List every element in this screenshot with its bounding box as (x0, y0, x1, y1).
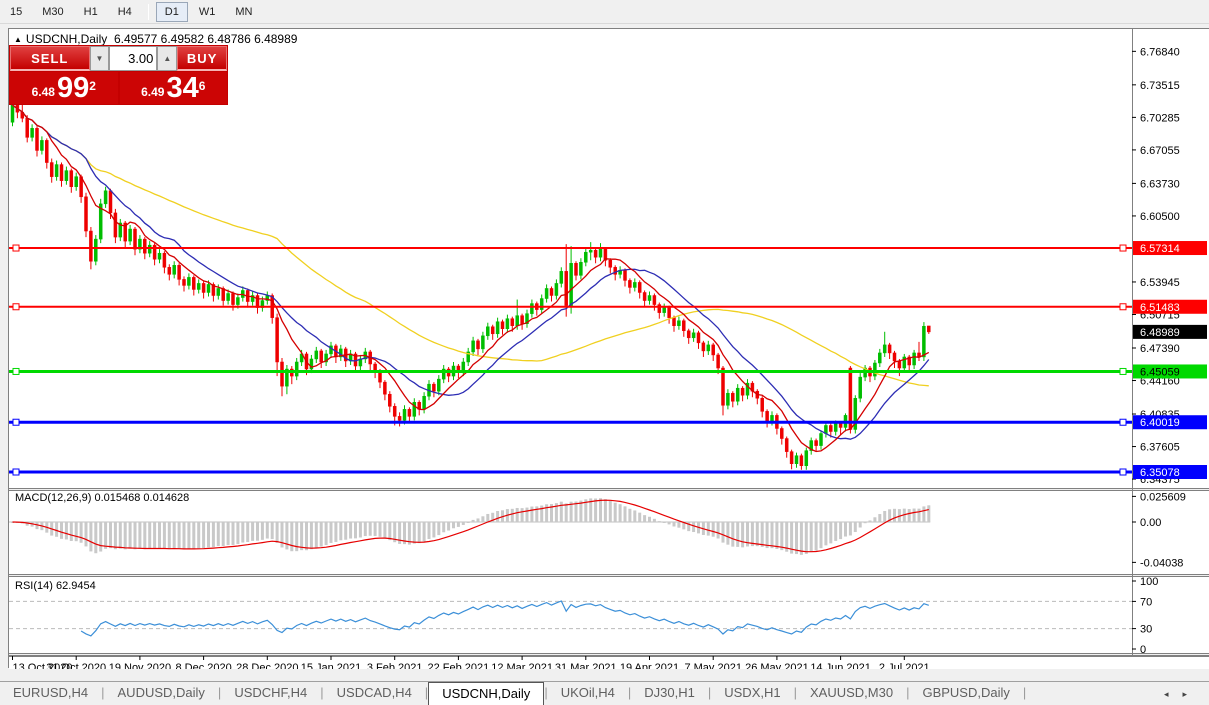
price-axis[interactable]: 6.76840 6.73515 6.70285 6.67055 6.63730 6.605… (1132, 29, 1186, 656)
sell-price-big: 99 (57, 74, 89, 103)
timeframe-button-15[interactable]: 15 (1, 2, 31, 22)
svg-text:3 Feb 2021: 3 Feb 2021 (367, 662, 423, 669)
svg-text:0: 0 (1140, 644, 1146, 656)
symbol-tab-bar: EURUSD,H4|AUDUSD,Daily|USDCHF,H4|USDCAD,… (0, 681, 1209, 705)
tab-ukoil-h4[interactable]: UKOil,H4 (548, 682, 628, 705)
tabs-scroll-right-icon[interactable]: ▸ (1182, 689, 1201, 699)
volume-decrease-button[interactable]: ▼ (90, 46, 110, 71)
chart-title: ▲ USDCNH,Daily 6.49577 6.49582 6.48786 6.… (14, 32, 297, 46)
price-tag-6.40019: 6.40019 (1133, 415, 1207, 429)
svg-text:8 Dec 2020: 8 Dec 2020 (175, 662, 231, 669)
svg-text:-0.04038: -0.04038 (1140, 557, 1183, 569)
svg-text:28 Dec 2020: 28 Dec 2020 (236, 662, 298, 669)
timeframe-button-mn[interactable]: MN (226, 2, 261, 22)
tab-gbpusd-daily[interactable]: GBPUSD,Daily (909, 682, 1022, 705)
timeframe-button-h4[interactable]: H4 (109, 2, 141, 22)
tab-divider: | (1023, 682, 1026, 705)
svg-text:12 Mar 2021: 12 Mar 2021 (491, 662, 553, 669)
sell-price-prefix: 6.48 (32, 81, 55, 103)
svg-text:70: 70 (1140, 596, 1152, 608)
svg-text:31 Oct 2020: 31 Oct 2020 (46, 662, 106, 669)
rsi-label: RSI(14) 62.9454 (15, 580, 96, 592)
svg-text:6.60500: 6.60500 (1140, 211, 1180, 223)
svg-text:6.76840: 6.76840 (1140, 46, 1180, 58)
timeframe-toolbar: 15M30H1H4 D1W1MN (0, 0, 1209, 24)
current-price-tag: 6.48989 (1133, 325, 1207, 339)
one-click-trade-panel: SELL ▼ ▲ BUY 6.48992 6.49346 (9, 45, 228, 105)
buy-price-prefix: 6.49 (141, 81, 164, 103)
svg-text:6.73515: 6.73515 (1140, 80, 1180, 92)
svg-text:19 Apr 2021: 19 Apr 2021 (620, 662, 679, 669)
sell-button[interactable]: SELL (10, 46, 90, 71)
svg-text:6.63730: 6.63730 (1140, 178, 1180, 190)
price-tag-6.45059: 6.45059 (1133, 364, 1207, 378)
sell-price-pip: 2 (89, 69, 96, 103)
tab-audusd-daily[interactable]: AUDUSD,Daily (105, 682, 218, 705)
svg-text:2 Jul 2021: 2 Jul 2021 (879, 662, 930, 669)
svg-text:6.40019: 6.40019 (1140, 417, 1180, 429)
tab-eurusd-h4[interactable]: EURUSD,H4 (0, 682, 101, 705)
sell-price-button[interactable]: 6.48992 (10, 72, 118, 104)
svg-text:31 Mar 2021: 31 Mar 2021 (555, 662, 617, 669)
chart-area[interactable] (9, 29, 1132, 656)
svg-text:6.48989: 6.48989 (1140, 327, 1180, 339)
svg-text:6.47390: 6.47390 (1140, 343, 1180, 355)
symbol-label: USDCNH,Daily (26, 32, 107, 46)
trading-terminal: 15M30H1H4 D1W1MN 6.76840 6.73515 6.70285 6.6… (0, 0, 1209, 705)
svg-text:26 May 2021: 26 May 2021 (745, 662, 809, 669)
buy-price-pip: 6 (199, 69, 206, 103)
svg-text:14 Jun 2021: 14 Jun 2021 (810, 662, 871, 669)
svg-text:30: 30 (1140, 624, 1152, 636)
price-tag-6.51483: 6.51483 (1133, 300, 1207, 314)
volume-input[interactable] (109, 46, 157, 71)
collapse-triangle-icon[interactable]: ▲ (14, 35, 22, 44)
price-tag-6.35078: 6.35078 (1133, 465, 1207, 479)
buy-button[interactable]: BUY (177, 46, 227, 71)
tab-usdx-h1[interactable]: USDX,H1 (711, 682, 793, 705)
timeframe-button-m30[interactable]: M30 (33, 2, 72, 22)
svg-text:22 Feb 2021: 22 Feb 2021 (428, 662, 490, 669)
svg-text:6.67055: 6.67055 (1140, 145, 1180, 157)
svg-text:19 Nov 2020: 19 Nov 2020 (109, 662, 171, 669)
svg-text:6.45059: 6.45059 (1140, 366, 1180, 378)
tab-usdcnh-daily[interactable]: USDCNH,Daily (428, 682, 544, 705)
price-chart[interactable]: 6.76840 6.73515 6.70285 6.67055 6.63730 6.605… (9, 29, 1209, 669)
buy-price-button[interactable]: 6.49346 (120, 72, 228, 104)
tab-usdchf-h4[interactable]: USDCHF,H4 (221, 682, 320, 705)
price-tag-6.57314: 6.57314 (1133, 241, 1207, 255)
svg-text:6.35078: 6.35078 (1140, 467, 1180, 479)
svg-text:6.70285: 6.70285 (1140, 112, 1180, 124)
ohlc-values: 6.49577 6.49582 6.48786 6.48989 (114, 32, 298, 46)
svg-text:6.57314: 6.57314 (1140, 243, 1180, 255)
svg-text:7 May 2021: 7 May 2021 (684, 662, 741, 669)
volume-increase-button[interactable]: ▲ (157, 46, 177, 71)
timeframe-button-w1[interactable]: W1 (190, 2, 225, 22)
tab-dj30-h1[interactable]: DJ30,H1 (631, 682, 708, 705)
svg-text:100: 100 (1140, 576, 1158, 588)
tabs-scroll-left-icon[interactable]: ◂ (1164, 689, 1183, 699)
chart-window: 6.76840 6.73515 6.70285 6.67055 6.63730 6.605… (8, 28, 1209, 668)
svg-text:6.53945: 6.53945 (1140, 277, 1180, 289)
svg-text:15 Jan 2021: 15 Jan 2021 (301, 662, 362, 669)
timeframe-button-h1[interactable]: H1 (75, 2, 107, 22)
toolbar-separator (148, 4, 149, 20)
svg-text:6.37605: 6.37605 (1140, 442, 1180, 454)
buy-price-big: 34 (166, 74, 198, 103)
macd-label: MACD(12,26,9) 0.015468 0.014628 (15, 492, 189, 504)
tab-usdcad-h4[interactable]: USDCAD,H4 (324, 682, 425, 705)
tab-xauusd-m30[interactable]: XAUUSD,M30 (797, 682, 906, 705)
svg-text:6.51483: 6.51483 (1140, 302, 1180, 314)
svg-text:0.00: 0.00 (1140, 517, 1161, 529)
svg-text:0.025609: 0.025609 (1140, 491, 1186, 503)
timeframe-button-d1[interactable]: D1 (156, 2, 188, 22)
